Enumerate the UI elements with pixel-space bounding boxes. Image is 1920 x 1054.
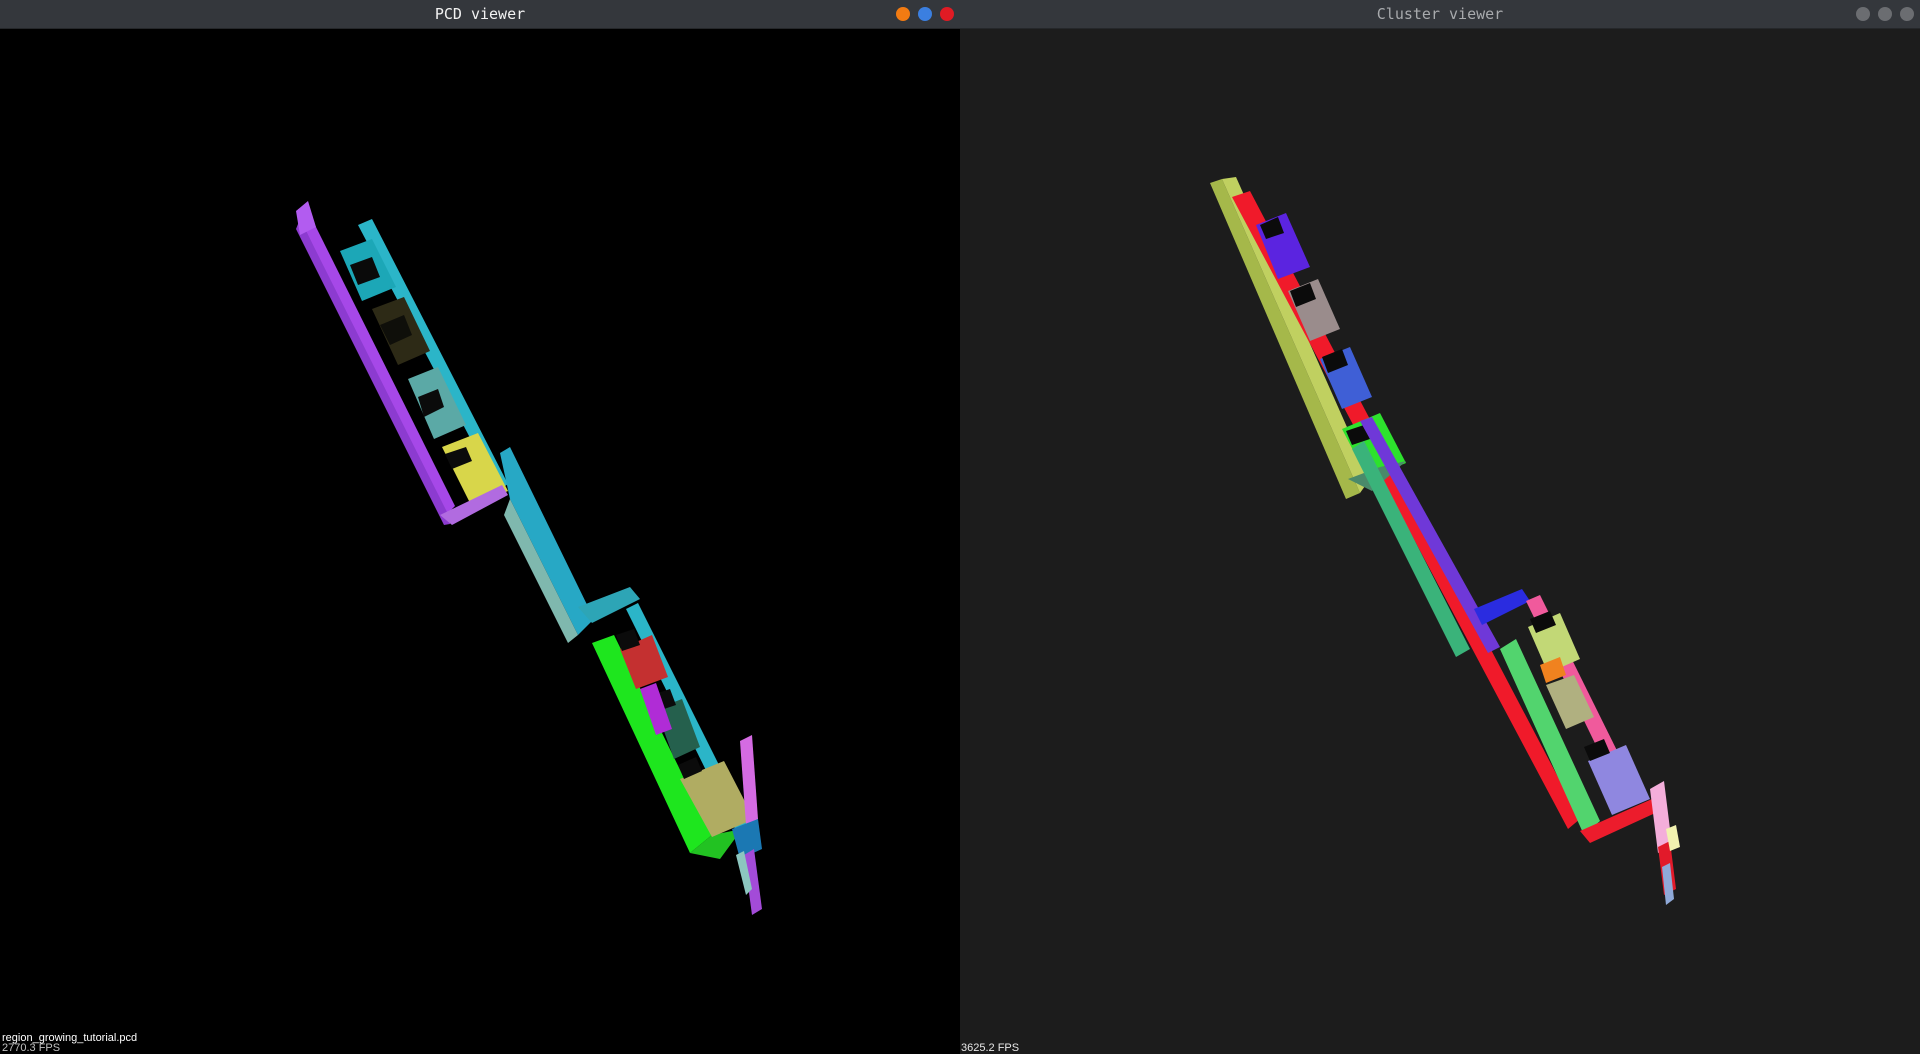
window-controls [896,7,954,21]
window-title: Cluster viewer [1376,5,1504,23]
minimize-button[interactable] [896,7,910,21]
window-controls [1856,7,1914,21]
pcd-render-canvas[interactable] [0,29,960,1054]
close-button[interactable] [1900,7,1914,21]
cluster-corridor-green [1352,441,1470,657]
fps-counter: 3625.2 FPS [961,1042,1020,1054]
titlebar[interactable]: Cluster viewer [960,0,1920,29]
cluster-stub [1474,589,1530,625]
cluster-viewer-window[interactable]: Cluster viewer 3625.2 FPS [960,0,1920,1054]
cluster-render-canvas[interactable] [960,29,1920,1054]
window-title: PCD viewer [434,5,526,23]
close-button[interactable] [940,7,954,21]
maximize-button[interactable] [1878,7,1892,21]
titlebar[interactable]: PCD viewer [0,0,960,29]
cluster-wall-left-2 [1222,177,1370,493]
point-cloud-render [296,201,762,915]
maximize-button[interactable] [918,7,932,21]
pcd-viewer-window[interactable]: PCD viewer region_growing_tutorial.pcd 2… [0,0,960,1054]
fps-counter: 2770.3 FPS [2,1042,61,1054]
cluster-render [1210,177,1680,905]
minimize-button[interactable] [1856,7,1870,21]
cluster-outline [1232,191,1580,829]
